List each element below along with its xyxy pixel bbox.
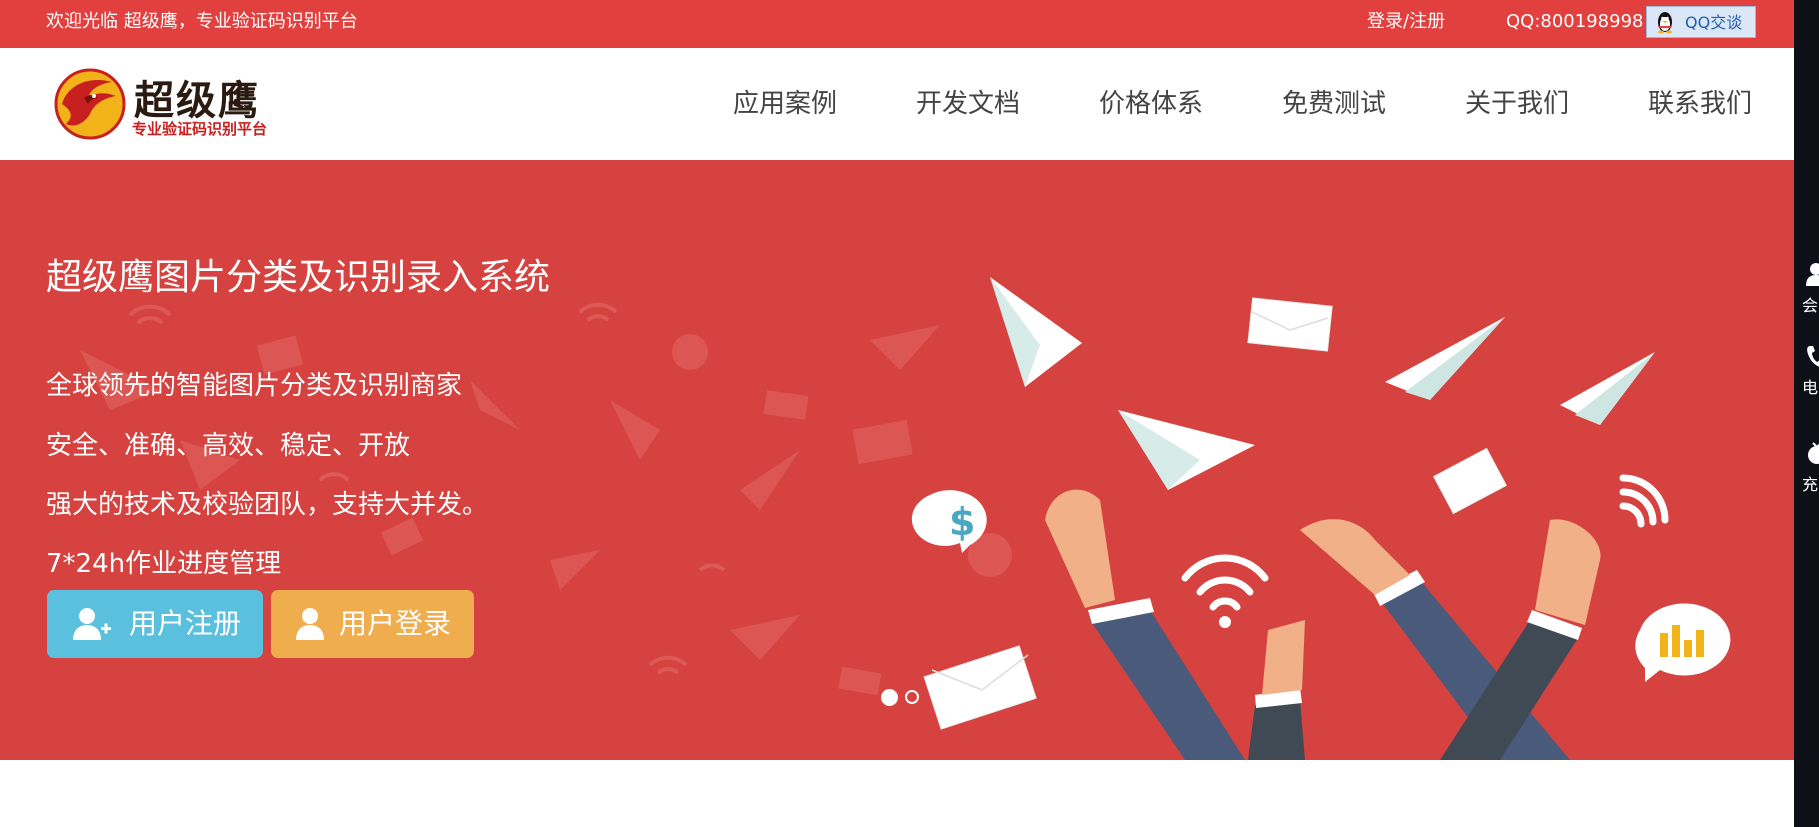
nav-item-docs[interactable]: 开发文档: [916, 48, 1020, 160]
qq-penguin-icon: [1658, 12, 1672, 34]
hero-title: 超级鹰图片分类及识别录入系统: [46, 257, 551, 298]
welcome-text: 欢迎光临 超级鹰，专业验证码识别平台: [46, 11, 358, 32]
user-icon: [296, 608, 324, 640]
svg-text:$: $: [949, 500, 975, 544]
login-button-label: 用户登录: [339, 607, 452, 640]
nav-item-about[interactable]: 关于我们: [1465, 48, 1569, 160]
carousel-dot-1[interactable]: [881, 689, 898, 706]
user-add-icon: [73, 608, 111, 640]
nav-item-pricing[interactable]: 价格体系: [1099, 48, 1203, 160]
header: 超级鹰 专业验证码识别平台 应用案例 开发文档 价格体系 免费测试 关于我们 联…: [0, 48, 1794, 160]
hero-line-2: 安全、准确、高效、稳定、开放: [46, 431, 411, 461]
hero-banner: $ 超级鹰图片分类及识别录入系统 全球领先的智能图片分类及识别商家 安全、准确、…: [0, 160, 1794, 760]
hero-line-3: 强大的技术及校验团队，支持大并发。: [46, 490, 489, 520]
hero-line-1: 全球领先的智能图片分类及识别商家: [46, 371, 463, 401]
wallet-icon: [1808, 442, 1819, 464]
top-bar: 欢迎光临 超级鹰，专业验证码识别平台 登录/注册 QQ:800198998 QQ…: [0, 0, 1794, 48]
register-button[interactable]: 用户注册: [47, 590, 263, 658]
login-button[interactable]: 用户登录: [271, 590, 474, 658]
login-register-link[interactable]: 登录/注册: [1367, 0, 1445, 44]
carousel-dot-2[interactable]: [905, 690, 919, 704]
user-icon: [1806, 263, 1819, 286]
eagle-emblem-icon: [54, 68, 126, 140]
hero-line-4: 7*24h作业进度管理: [46, 549, 282, 579]
nav-item-contact[interactable]: 联系我们: [1648, 48, 1752, 160]
sidebar-label-recharge: 充: [1802, 475, 1819, 494]
qq-number: QQ:800198998: [1506, 11, 1644, 32]
floating-sidebar: 会 电 充: [1794, 0, 1819, 827]
nav-item-cases[interactable]: 应用案例: [733, 48, 837, 160]
qq-chat-button[interactable]: QQ交谈: [1646, 6, 1756, 38]
sidebar-label-phone: 电: [1802, 378, 1819, 397]
register-button-label: 用户注册: [129, 607, 242, 640]
sidebar-label-member: 会: [1802, 296, 1819, 315]
phone-icon: [1807, 346, 1819, 367]
logo-subtitle: 专业验证码识别平台: [132, 120, 268, 138]
qq-chat-label: QQ交谈: [1685, 13, 1743, 32]
logo[interactable]: 超级鹰 专业验证码识别平台: [54, 68, 284, 148]
nav-item-free-test[interactable]: 免费测试: [1282, 48, 1386, 160]
